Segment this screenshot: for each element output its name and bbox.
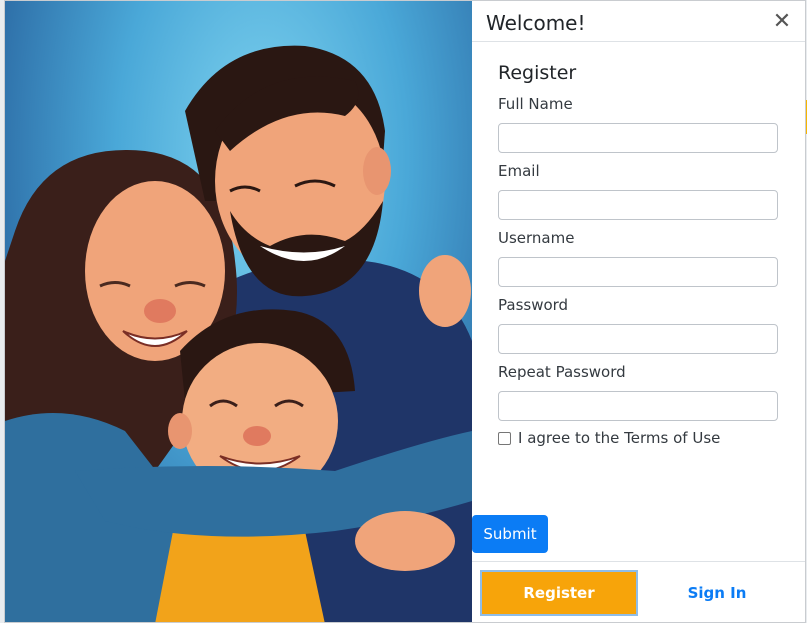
- modal-footer: Register Sign In: [472, 561, 805, 622]
- password-label: Password: [498, 296, 569, 314]
- close-icon[interactable]: ✕: [771, 11, 793, 33]
- modal-title: Welcome!: [486, 11, 586, 35]
- repeat-password-label: Repeat Password: [498, 363, 626, 381]
- sign-in-tab-button[interactable]: Sign In: [642, 570, 792, 616]
- family-illustration: [5, 1, 472, 622]
- terms-checkbox[interactable]: [498, 431, 511, 445]
- form-heading: Register: [498, 62, 577, 84]
- username-label: Username: [498, 229, 575, 247]
- register-tab-button[interactable]: Register: [480, 570, 638, 616]
- full-name-input[interactable]: [498, 123, 778, 153]
- family-hug-image: [5, 45, 472, 622]
- email-label: Email: [498, 162, 540, 180]
- password-input[interactable]: [498, 324, 778, 354]
- terms-label: I agree to the Terms of Use: [518, 429, 721, 447]
- full-name-label: Full Name: [498, 95, 573, 113]
- submit-button[interactable]: Submit: [472, 515, 548, 553]
- username-input[interactable]: [498, 257, 778, 287]
- repeat-password-input[interactable]: [498, 391, 778, 421]
- register-form-panel: Welcome! ✕ Register Full Name Email User…: [472, 1, 805, 622]
- email-input[interactable]: [498, 190, 778, 220]
- terms-row: I agree to the Terms of Use: [498, 429, 720, 447]
- modal-header: Welcome! ✕: [472, 1, 805, 42]
- register-modal: Welcome! ✕ Register Full Name Email User…: [4, 0, 806, 623]
